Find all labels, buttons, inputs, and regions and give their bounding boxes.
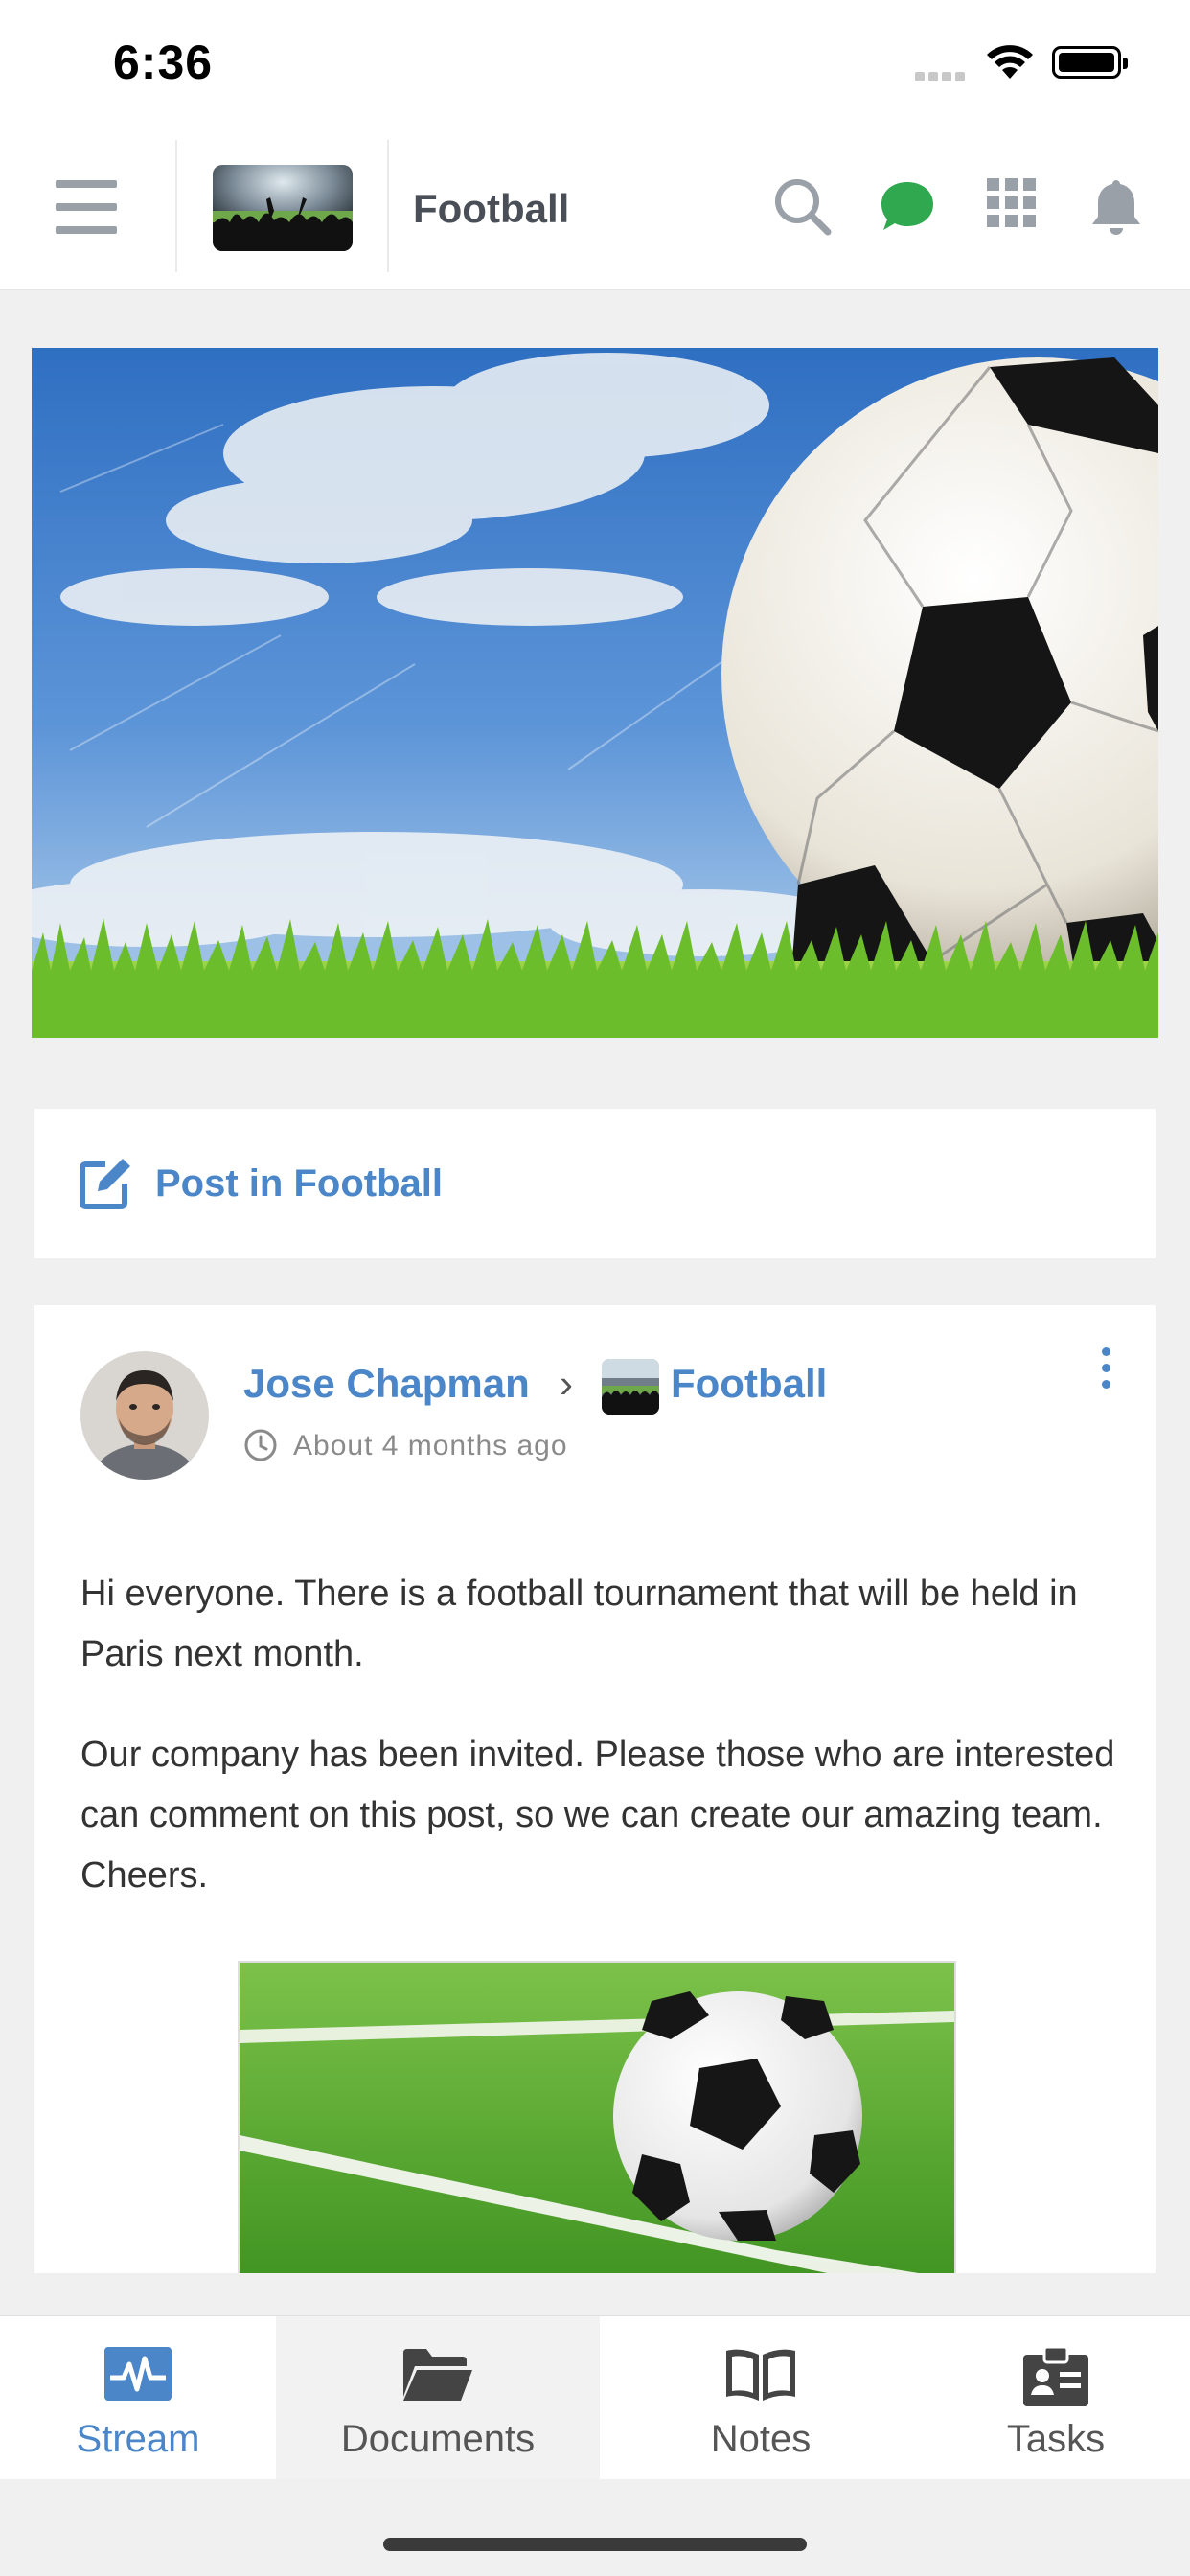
home-indicator[interactable] <box>383 2538 807 2551</box>
book-icon <box>726 2349 795 2401</box>
space-title: Football <box>413 186 570 231</box>
tab-label: Documents <box>340 2418 536 2460</box>
tab-tasks[interactable]: Tasks <box>922 2316 1190 2479</box>
post-composer[interactable]: Post in Football <box>34 1109 1156 1258</box>
chat-icon[interactable] <box>878 176 937 236</box>
clipboard-icon <box>1023 2345 1088 2406</box>
cellular-signal-icon <box>915 69 969 86</box>
stream-icon <box>104 2347 172 2401</box>
tab-label: Stream <box>76 2418 200 2460</box>
space-banner-image <box>32 348 1158 1038</box>
header-divider <box>175 140 177 272</box>
tab-label: Notes <box>710 2418 812 2460</box>
menu-button[interactable] <box>56 180 117 234</box>
author-avatar[interactable] <box>80 1351 209 1480</box>
tab-documents[interactable]: Documents <box>276 2316 600 2479</box>
compose-icon <box>80 1159 130 1209</box>
post-attached-image[interactable] <box>238 1961 956 2273</box>
space-mini-thumbnail[interactable] <box>602 1359 659 1414</box>
post-space-link[interactable]: Football <box>671 1361 827 1407</box>
bottom-tab-bar: Stream Documents Notes Tasks <box>0 2315 1190 2479</box>
tab-label: Tasks <box>1006 2418 1106 2460</box>
battery-icon <box>1052 46 1128 79</box>
hamburger-line <box>56 203 117 211</box>
post-paragraph: Our company has been invited. Please tho… <box>80 1735 1115 1896</box>
clock-icon <box>244 1429 277 1461</box>
folder-icon <box>403 2349 472 2401</box>
wifi-icon <box>987 45 1033 79</box>
space-thumbnail[interactable] <box>213 165 353 251</box>
header-divider <box>387 140 389 272</box>
app-header: Football <box>0 125 1190 290</box>
post-card: Jose Chapman › Football About 4 months a… <box>34 1305 1156 2273</box>
apps-grid-icon[interactable] <box>985 176 1039 230</box>
more-options-icon[interactable] <box>1096 1347 1115 1396</box>
post-author-link[interactable]: Jose Chapman <box>243 1361 530 1407</box>
tab-notes[interactable]: Notes <box>600 2316 922 2479</box>
status-bar: 6:36 <box>0 0 1190 125</box>
hamburger-line <box>56 180 117 188</box>
hamburger-line <box>56 226 117 234</box>
notification-bell-icon[interactable] <box>1090 176 1142 236</box>
chevron-right-icon: › <box>560 1361 573 1406</box>
status-time: 6:36 <box>113 35 214 89</box>
composer-label: Post in Football <box>155 1162 443 1205</box>
post-paragraph: Hi everyone. There is a football tournam… <box>80 1574 1078 1674</box>
tab-stream[interactable]: Stream <box>0 2316 276 2479</box>
search-icon[interactable] <box>772 176 834 238</box>
post-timestamp: About 4 months ago <box>293 1430 568 1461</box>
